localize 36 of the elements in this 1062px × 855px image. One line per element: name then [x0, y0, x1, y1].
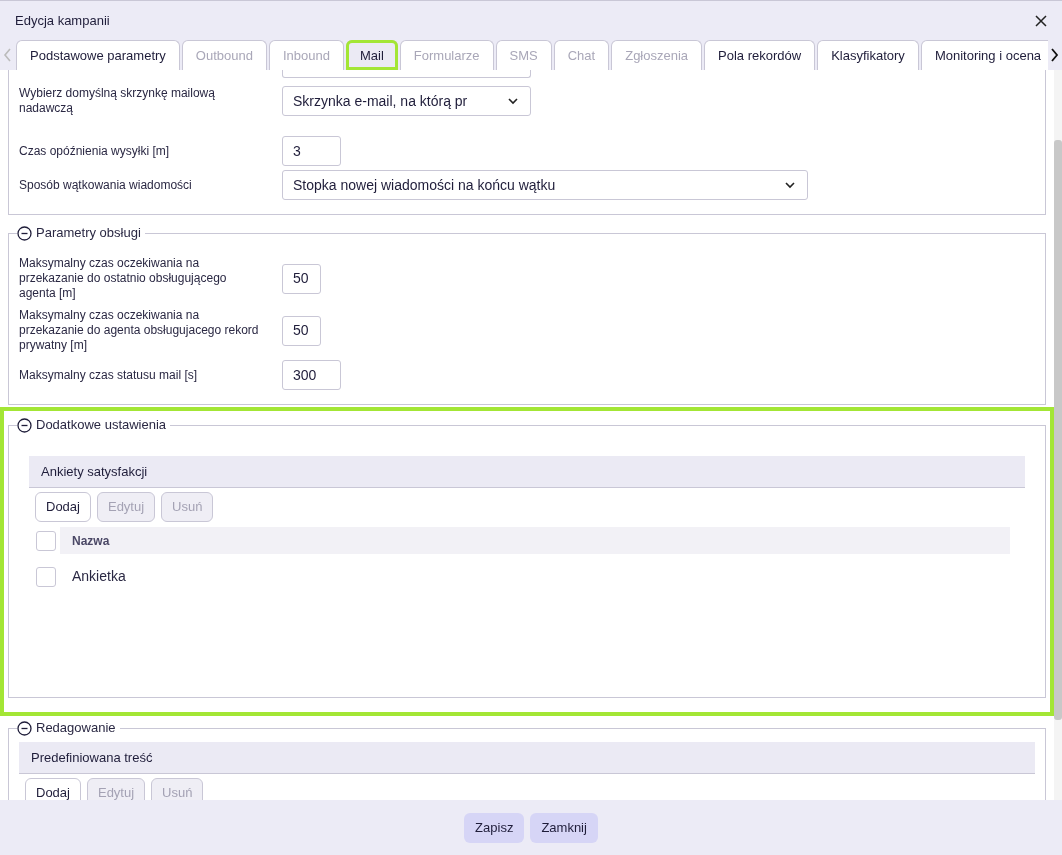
- number-field[interactable]: 50: [282, 263, 321, 294]
- close-icon[interactable]: [1035, 14, 1047, 27]
- toolbar-button[interactable]: Dodaj: [35, 492, 91, 522]
- field-label: Maksymalny czas oczekiwania na przekazanie do ostatnio obsługującego agenta [m]: [19, 256, 228, 301]
- select-field[interactable]: Skrzynka e-mail, na którą pr: [282, 86, 531, 116]
- table-cell-text: Ankietka: [72, 567, 126, 586]
- number-field[interactable]: 50: [282, 315, 321, 346]
- collapse-icon[interactable]: [17, 417, 32, 433]
- panel-title: Predefiniowana treść: [31, 748, 153, 767]
- tab[interactable]: Monitoring i ocena: [920, 40, 1048, 70]
- window-title: Edycja kampanii: [15, 11, 110, 30]
- collapse-icon[interactable]: [17, 720, 32, 736]
- footer-button[interactable]: Zamknij: [530, 812, 598, 843]
- number-field[interactable]: 300: [282, 360, 341, 390]
- field-label: Maksymalny czas statusu mail [s]: [19, 367, 199, 383]
- toolbar-button[interactable]: Dodaj: [25, 778, 81, 800]
- checkbox[interactable]: [36, 566, 56, 587]
- field-label: Czas opóźnienia wysyłki [m]: [19, 143, 171, 159]
- tab[interactable]: Pola rekordów: [704, 40, 816, 70]
- scrollbar[interactable]: [1054, 70, 1062, 800]
- footer-button[interactable]: Zapisz: [464, 812, 525, 843]
- field-label: Wybierz domyślną skrzynkę mailową nadawczą: [19, 86, 216, 116]
- panel-title: Ankiety satysfakcji: [41, 462, 148, 481]
- tab[interactable]: Mail: [345, 40, 398, 70]
- tab[interactable]: Klasyfikatory: [817, 40, 919, 70]
- tab[interactable]: Podstawowe parametry: [16, 40, 180, 70]
- section-title: Redagowanie: [32, 720, 120, 736]
- column-header: Nazwa: [60, 527, 1010, 554]
- number-field[interactable]: 3: [282, 136, 341, 166]
- collapse-icon[interactable]: [17, 225, 32, 241]
- select-field[interactable]: Stopka nowej wiadomości na końcu wątku: [282, 170, 808, 200]
- field-label: Maksymalny czas oczekiwania na przekazanie do agenta obsługujacego rekord prywatny [m]: [19, 308, 259, 353]
- checkbox[interactable]: [36, 530, 56, 551]
- scrollbar-thumb[interactable]: [1054, 140, 1062, 720]
- section-title: Parametry obsługi: [32, 225, 145, 241]
- field-label: Sposób wątkowania wiadomości: [19, 177, 193, 193]
